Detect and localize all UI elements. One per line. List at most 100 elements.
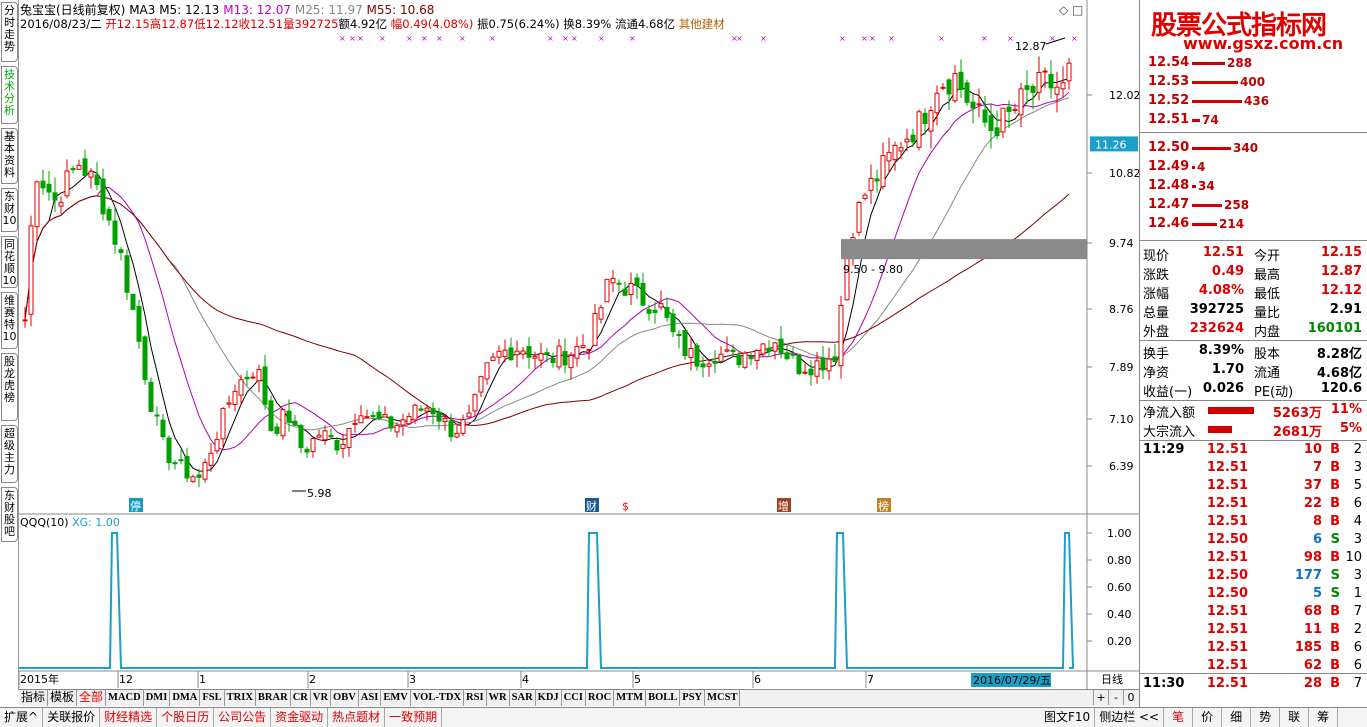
left-tab-7[interactable]: 超级主力 <box>1 425 18 483</box>
quote-label: 量比 <box>1254 306 1281 321</box>
quote-label: 外盘 <box>1143 325 1170 340</box>
trade-tick-row: 12.51 185 B 6 <box>1140 640 1366 658</box>
candle-body <box>556 345 562 368</box>
indicator-tab-psy[interactable]: PSY <box>680 690 706 706</box>
indicator-tab-roc[interactable]: ROC <box>586 690 615 706</box>
trade-tick-row: 11:30 12.51 28 B 7 <box>1140 676 1366 694</box>
indicator-tab-mcst[interactable]: MCST <box>705 690 741 706</box>
indicator-tab-全部[interactable]: 全部 <box>77 690 107 706</box>
tick-price: 12.51 <box>1206 550 1248 565</box>
indicator-tab-obv[interactable]: OBV <box>331 690 359 706</box>
fund-row: 净资 1.70 流通 4.68亿 <box>1140 362 1366 381</box>
left-tab-1[interactable]: 技术分析 <box>1 66 18 124</box>
x-label: 1 <box>199 673 206 686</box>
tick-side: B <box>1330 496 1340 511</box>
quote-value: 160101 <box>1307 321 1362 336</box>
status-link-6[interactable]: 热点题材 <box>328 708 386 727</box>
candle-body <box>970 101 976 109</box>
indicator-tab-boll[interactable]: BOLL <box>646 690 681 706</box>
status-link-7[interactable]: 一致预期 <box>385 708 443 727</box>
right-tab-0[interactable]: 笔 <box>1164 708 1194 727</box>
status-link-3[interactable]: 个股日历 <box>157 708 215 727</box>
indicator-tab-emv[interactable]: EMV <box>381 690 411 706</box>
indicator-tab-fsl[interactable]: FSL <box>200 690 225 706</box>
quote-label: 内盘 <box>1254 325 1281 340</box>
order-price: 12.54 <box>1148 55 1190 70</box>
candle-body <box>610 278 616 284</box>
left-tab-5[interactable]: 维赛特10 <box>1 292 18 349</box>
candle-body <box>400 419 406 426</box>
sidebar-toggle-button[interactable]: 侧边栏 << <box>1095 708 1165 727</box>
status-link-2[interactable]: 财经精选 <box>100 708 158 727</box>
indicator-tab-dma[interactable]: DMA <box>170 690 201 706</box>
event-badge: 榜 <box>878 499 889 513</box>
right-tab-4[interactable]: 联 <box>1280 708 1310 727</box>
indicator-tab-dmi[interactable]: DMI <box>144 690 171 706</box>
indicator-tab-trix[interactable]: TRIX <box>225 690 256 706</box>
flow-row: 净流入额 5263万 11% <box>1140 402 1366 421</box>
tick-count: 6 <box>1353 640 1362 655</box>
f10-button[interactable]: 图文F10 <box>1040 708 1096 727</box>
candle-body <box>28 225 34 315</box>
indicator-tab-macd[interactable]: MACD <box>106 690 144 706</box>
indicator-tab-cr[interactable]: CR <box>291 690 311 706</box>
order-price: 12.49 <box>1148 159 1190 174</box>
status-link-4[interactable]: 公司公告 <box>214 708 272 727</box>
tick-volume: 185 <box>1294 640 1322 655</box>
indicator-tab-模板[interactable]: 模板 <box>48 690 78 706</box>
signal-marker: × <box>459 34 466 43</box>
candle-body <box>964 82 970 103</box>
indicator-tab-kdj[interactable]: KDJ <box>536 690 562 706</box>
indicator-tab-mtm[interactable]: MTM <box>614 690 647 706</box>
flow-pct: 11% <box>1330 402 1362 417</box>
right-tab-3[interactable]: 势 <box>1251 708 1281 727</box>
right-tab-2[interactable]: 细 <box>1222 708 1252 727</box>
zoom-minus-button[interactable]: - <box>1108 690 1123 705</box>
signal-marker: × <box>571 34 578 43</box>
tick-side: B <box>1330 640 1340 655</box>
signal-marker: × <box>598 34 605 43</box>
order-volume: 340 <box>1233 141 1259 155</box>
status-link-0[interactable]: 扩展^ <box>0 708 44 727</box>
candle-body <box>424 407 430 412</box>
chart-canvas[interactable]: 12.02 10.82 9.74 8.76 7.89 7.10 6.39 11.26 9.50 … <box>19 0 1139 690</box>
left-tab-2[interactable]: 基本资料 <box>1 128 18 184</box>
trade-tick-row: 12.50 5 S 1 <box>1140 586 1366 604</box>
indicator-tab-asi[interactable]: ASI <box>359 690 382 706</box>
candle-body <box>160 419 166 438</box>
header-span: 低12.12 <box>194 17 238 31</box>
indicator-tab-wr[interactable]: WR <box>487 690 510 706</box>
tick-volume: 68 <box>1303 604 1322 619</box>
left-tab-4[interactable]: 同花顺10 <box>1 236 18 288</box>
status-link-1[interactable]: 关联报价 <box>43 708 101 727</box>
indicator-tab-vr[interactable]: VR <box>311 690 332 706</box>
zoom-plus-button[interactable]: + <box>1093 690 1108 705</box>
candle-body <box>370 414 376 417</box>
zoom-zero-button[interactable]: 0 <box>1123 690 1138 705</box>
candle-body <box>820 357 826 371</box>
fund-label: 流通 <box>1254 366 1281 381</box>
left-tab-8[interactable]: 东财股吧 <box>1 487 18 542</box>
left-tab-0[interactable]: 分时走势 <box>1 2 18 62</box>
x-label: 5 <box>634 673 641 686</box>
order-price: 12.48 <box>1148 178 1190 193</box>
candle-body <box>112 220 118 245</box>
indicator-tab-sar[interactable]: SAR <box>510 690 536 706</box>
right-tab-1[interactable]: 价 <box>1193 708 1223 727</box>
indicator-tab-rsi[interactable]: RSI <box>464 690 487 706</box>
tick-count: 3 <box>1353 460 1362 475</box>
indicator-tab-vol-tdx[interactable]: VOL-TDX <box>411 690 465 706</box>
x-label: 6 <box>754 673 761 686</box>
indicator-tab-cci[interactable]: CCI <box>562 690 586 706</box>
right-tab-5[interactable]: 筹 <box>1309 708 1339 727</box>
status-link-5[interactable]: 资金驱动 <box>271 708 329 727</box>
signal-marker: × <box>861 34 868 43</box>
chart-header-line2: 2016/08/23/二 开12.15高12.87低12.12收12.51量39… <box>20 17 725 31</box>
indicator-tab-指标[interactable]: 指标 <box>19 690 49 706</box>
indicator-tab-brar[interactable]: BRAR <box>256 690 291 706</box>
signal-marker: × <box>357 34 364 43</box>
left-tab-3[interactable]: 东财10 <box>1 188 18 232</box>
x-cursor-label: 2016/07/29/五 <box>973 674 1051 687</box>
left-tab-6[interactable]: 股龙虎榜 <box>1 353 18 421</box>
tick-count: 3 <box>1353 568 1362 583</box>
